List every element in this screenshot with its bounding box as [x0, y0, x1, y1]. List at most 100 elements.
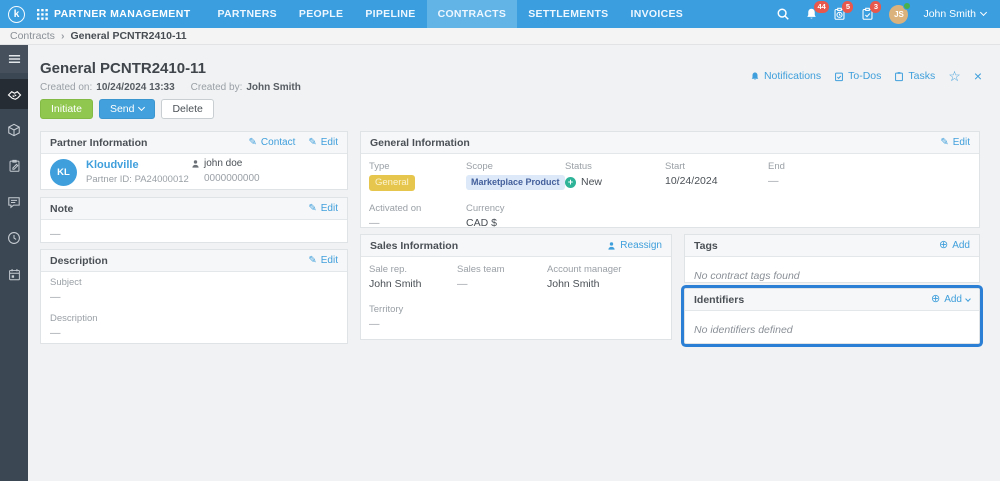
close-icon[interactable]: ×: [974, 69, 982, 83]
tasks-clipboard-icon[interactable]: 3: [861, 1, 882, 21]
delete-button[interactable]: Delete: [161, 99, 214, 119]
left-icon-sidebar: [0, 45, 28, 481]
user-menu[interactable]: John Smith: [923, 8, 988, 20]
general-information-header: General Information ✎ Edit: [361, 132, 979, 154]
note-card: Note ✎ Edit —: [40, 197, 348, 243]
breadcrumb-contracts[interactable]: Contracts: [10, 30, 55, 42]
person-icon: [607, 241, 616, 251]
user-avatar[interactable]: JS: [889, 1, 912, 24]
contact-link[interactable]: ✎ Contact: [249, 137, 296, 148]
edit-link[interactable]: ✎ Edit: [308, 137, 338, 148]
description-value: —: [50, 327, 61, 339]
sidebar-item-contracts[interactable]: [0, 79, 28, 109]
territory-value: —: [369, 318, 380, 330]
app-title[interactable]: PARTNER MANAGEMENT: [54, 8, 191, 20]
breadcrumb-current: General PCNTR2410-11: [70, 30, 187, 42]
add-tag-link[interactable]: ⊕ Add: [939, 240, 970, 252]
sales-team-value: —: [457, 278, 468, 290]
page-meta: Created on: 10/24/2024 13:33 Created by:…: [40, 82, 301, 93]
app-window: k PARTNER MANAGEMENT PARTNERS PEOPLE PIP…: [0, 0, 1000, 481]
partner-contact-phone: 0000000000: [204, 173, 260, 184]
card-title: Note: [50, 202, 74, 215]
sidebar-item-calendar[interactable]: [0, 259, 28, 289]
sales-team-label: Sales team: [457, 264, 505, 275]
status-label: Status: [565, 161, 592, 172]
clock-icon: [7, 231, 21, 245]
status-new-icon: +: [565, 176, 576, 188]
created-on-value: 10/24/2024 13:33: [96, 82, 175, 93]
note-value: —: [50, 228, 61, 240]
tags-card: Tags ⊕ Add No contract tags found: [684, 234, 980, 283]
breadcrumb-separator: ›: [60, 30, 65, 42]
nav-item-partners[interactable]: PARTNERS: [207, 0, 288, 28]
user-avatar-initials: JS: [894, 9, 904, 19]
app-grid-icon[interactable]: [37, 8, 48, 20]
reassign-link[interactable]: Reassign: [607, 240, 662, 251]
notifications-bell-icon[interactable]: 44: [805, 1, 829, 21]
hamburger-icon: [8, 54, 21, 64]
primary-nav: PARTNERS PEOPLE PIPELINE CONTRACTS SETTL…: [207, 0, 695, 28]
status-value: New: [581, 176, 603, 188]
scope-badge: Marketplace Product: [466, 175, 565, 190]
end-label: End: [768, 161, 785, 172]
edit-link[interactable]: ✎ Edit: [308, 203, 338, 214]
todos-clipboard-icon[interactable]: 5: [833, 1, 854, 21]
top-navigation-bar: k PARTNER MANAGEMENT PARTNERS PEOPLE PIP…: [0, 0, 1000, 28]
sidebar-item-messages[interactable]: [0, 187, 28, 217]
start-label: Start: [665, 161, 686, 172]
card-title: Identifiers: [694, 293, 745, 306]
calendar-icon: [8, 268, 21, 281]
account-manager-value: John Smith: [547, 278, 600, 290]
breadcrumb: Contracts › General PCNTR2410-11: [0, 28, 1000, 45]
brand-logo[interactable]: k: [8, 5, 25, 23]
type-badge: General: [369, 175, 415, 191]
bell-icon: [750, 71, 760, 82]
identifiers-header: Identifiers ⊕ Add: [685, 289, 979, 311]
sidebar-item-products[interactable]: [0, 115, 28, 145]
add-identifier-link[interactable]: ⊕ Add: [931, 294, 971, 305]
pencil-icon: ✎: [308, 202, 317, 214]
favorite-star-icon[interactable]: ☆: [948, 69, 961, 83]
account-manager-label: Account manager: [547, 264, 622, 275]
sidebar-menu-toggle[interactable]: [0, 45, 28, 73]
subject-value: —: [50, 291, 61, 303]
note-header: Note ✎ Edit: [41, 198, 347, 220]
subject-label: Subject: [50, 277, 82, 288]
nav-item-people[interactable]: PEOPLE: [288, 0, 354, 28]
partner-name-link[interactable]: Kloudville: [86, 159, 139, 171]
sale-rep-value: John Smith: [369, 278, 422, 290]
sidebar-item-orders[interactable]: [0, 151, 28, 181]
nav-item-contracts[interactable]: CONTRACTS: [426, 0, 518, 28]
chevron-down-icon: [138, 103, 146, 112]
tasks-link[interactable]: Tasks: [894, 70, 935, 82]
description-header: Description ✎ Edit: [41, 250, 347, 272]
nav-item-pipeline[interactable]: PIPELINE: [354, 0, 426, 28]
notifications-count-badge: 44: [814, 1, 829, 13]
clipboard-icon: [894, 71, 904, 82]
sale-rep-label: Sale rep.: [369, 264, 408, 275]
edit-link[interactable]: ✎ Edit: [940, 137, 970, 148]
card-title: Tags: [694, 239, 718, 252]
user-name-label: John Smith: [923, 8, 976, 20]
clipboard-check-icon: [834, 71, 844, 82]
send-button[interactable]: Send: [98, 99, 156, 119]
nav-item-settlements[interactable]: SETTLEMENTS: [517, 0, 619, 28]
identifiers-empty-text: No identifiers defined: [694, 324, 793, 336]
type-label: Type: [369, 161, 390, 172]
activated-on-value: —: [369, 217, 380, 229]
sidebar-item-history[interactable]: [0, 223, 28, 253]
initiate-button[interactable]: Initiate: [40, 99, 93, 119]
created-by-value: John Smith: [246, 82, 301, 93]
search-icon[interactable]: [776, 7, 790, 21]
notifications-link[interactable]: Notifications: [750, 70, 821, 82]
sales-information-card: Sales Information Reassign Sale rep. Joh…: [360, 234, 672, 340]
general-information-card: General Information ✎ Edit Type General S…: [360, 131, 980, 229]
card-title: General Information: [370, 136, 470, 149]
person-icon: [191, 159, 200, 169]
todos-link[interactable]: To-Dos: [834, 70, 881, 82]
package-box-icon: [7, 123, 21, 137]
card-title: Sales Information: [370, 239, 459, 252]
edit-link[interactable]: ✎ Edit: [308, 255, 338, 266]
nav-item-invoices[interactable]: INVOICES: [620, 0, 695, 28]
territory-label: Territory: [369, 304, 404, 315]
